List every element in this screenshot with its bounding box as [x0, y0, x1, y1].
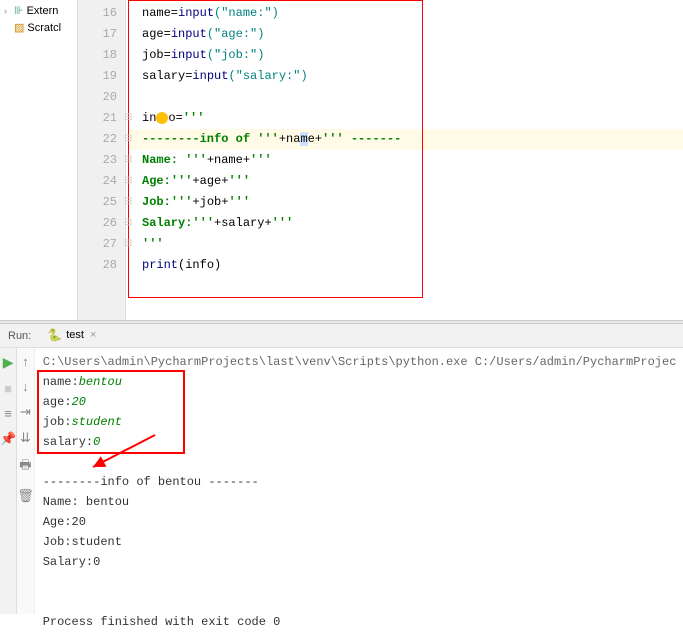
scratch-icon: ▨: [14, 21, 24, 34]
close-icon[interactable]: ×: [90, 329, 96, 341]
console-output[interactable]: C:\Users\admin\PycharmProjects\last\venv…: [35, 348, 683, 614]
line-gutter: 161718 192021 222324 252627 28: [78, 0, 126, 320]
fold-icon[interactable]: ⊟: [124, 108, 132, 129]
layout-icon[interactable]: ≡: [4, 406, 12, 421]
fold-icon[interactable]: ⊟: [124, 213, 132, 234]
exec-path: C:\Users\admin\PycharmProjects\last\venv…: [43, 352, 677, 372]
run-toolbar: ▶ ■ ≡ 📌: [0, 348, 17, 614]
down-icon[interactable]: ↓: [22, 379, 29, 394]
tree-item-scratches[interactable]: ▨ Scratcl: [0, 19, 77, 36]
library-icon: ⊪: [14, 4, 24, 17]
wrap-icon[interactable]: ⇥: [20, 404, 31, 420]
scroll-icon[interactable]: ⇊: [20, 430, 31, 446]
run-toolbar-secondary: ↑ ↓ ⇥ ⇊ 🖶 🗑: [17, 348, 35, 614]
chevron-right-icon: ›: [4, 6, 14, 16]
run-panel-header: Run: 🐍 test ×: [0, 324, 683, 348]
run-tab[interactable]: 🐍 test ×: [39, 324, 104, 348]
tree-label: Extern: [27, 5, 59, 17]
fold-icon[interactable]: ⊟: [124, 150, 132, 171]
tree-label: Scratcl: [27, 22, 61, 34]
fold-icon[interactable]: ⊟: [124, 129, 132, 150]
run-tab-label: test: [66, 329, 84, 341]
play-icon[interactable]: ▶: [3, 354, 14, 371]
fold-icon[interactable]: ⊟: [124, 171, 132, 192]
stop-icon[interactable]: ■: [4, 381, 12, 396]
fold-icon[interactable]: ⊟: [124, 234, 132, 255]
up-icon[interactable]: ↑: [22, 354, 29, 369]
pin-icon[interactable]: 📌: [0, 431, 16, 447]
code-editor[interactable]: name=input("name:") age=input("age:") jo…: [126, 0, 683, 320]
print-icon[interactable]: 🖶: [19, 456, 31, 478]
bulb-icon[interactable]: [156, 112, 168, 124]
run-label: Run:: [0, 330, 39, 342]
tree-item-external[interactable]: › ⊪ Extern: [0, 2, 77, 19]
project-tree[interactable]: › ⊪ Extern ▨ Scratcl: [0, 0, 78, 320]
trash-icon[interactable]: 🗑: [17, 488, 34, 504]
python-icon: 🐍: [47, 328, 62, 342]
fold-icon[interactable]: ⊟: [124, 192, 132, 213]
exit-code: Process finished with exit code 0: [43, 612, 677, 632]
